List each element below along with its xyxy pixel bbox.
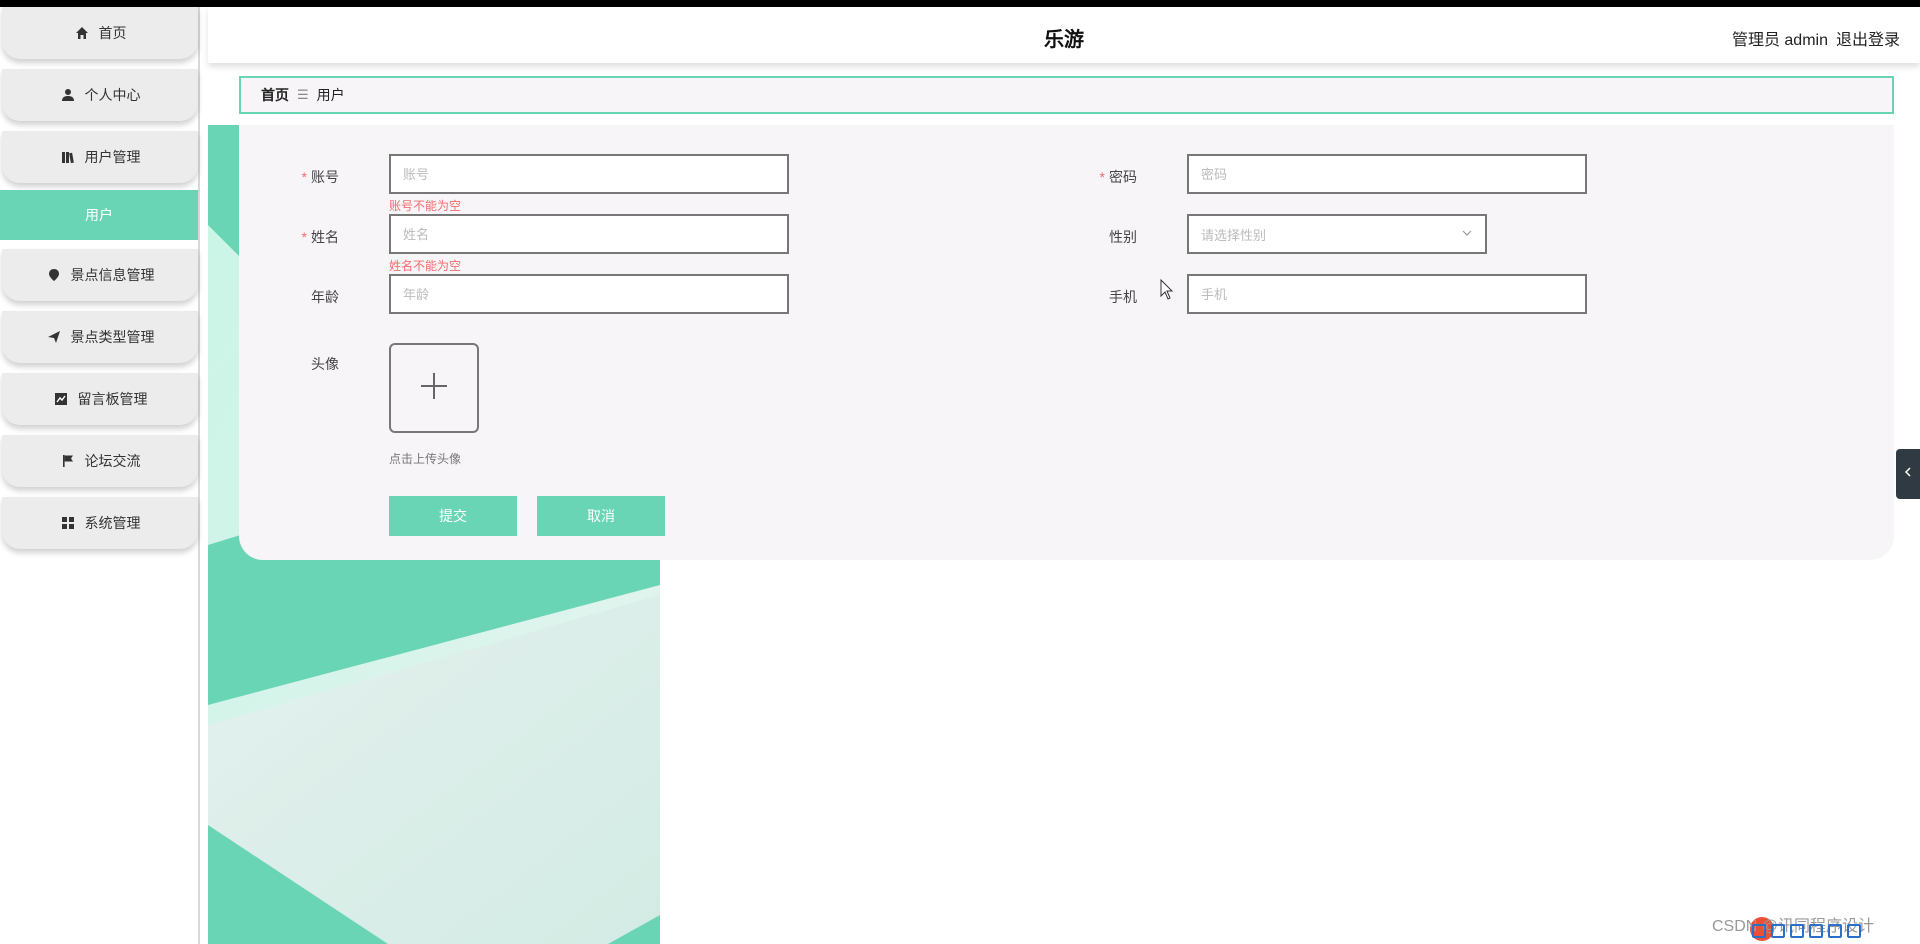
breadcrumb: 首页 ☰ 用户 xyxy=(239,76,1894,114)
app-window: 首页 个人中心 用户管理 用户 景点信息管理 景点类型管理 留言板管理 论坛交流… xyxy=(0,7,1920,944)
account-input[interactable] xyxy=(389,154,789,194)
name-error: 姓名不能为空 xyxy=(389,259,462,273)
app-title: 乐游 xyxy=(1044,29,1084,51)
gender-select-placeholder: 请选择性别 xyxy=(1201,227,1267,243)
mouse-cursor-icon xyxy=(1160,278,1174,306)
breadcrumb-current: 用户 xyxy=(316,87,345,103)
name-input[interactable] xyxy=(389,214,789,254)
submit-button[interactable]: 提交 xyxy=(389,496,517,536)
sidebar-item-users[interactable]: 用户 xyxy=(0,190,198,240)
sidebar-item-user-management[interactable]: 用户管理 xyxy=(2,131,198,183)
sidebar-item-label: 用户管理 xyxy=(84,149,141,165)
books-icon xyxy=(60,149,76,165)
password-label: * 密码 xyxy=(1099,169,1137,185)
chevron-down-icon xyxy=(1461,227,1473,242)
flag-icon xyxy=(60,453,76,469)
gender-select[interactable]: 请选择性别 xyxy=(1187,214,1487,254)
user-form: *账号 账号不能为空 *密码 *姓名 姓名不能为空 性别 请选择性别 年龄 手机 xyxy=(239,125,1894,560)
chevron-left-icon xyxy=(1903,465,1913,483)
tray-icon xyxy=(1809,924,1823,938)
sidebar-item-message-board[interactable]: 留言板管理 xyxy=(2,373,198,425)
avatar-label: 头像 xyxy=(311,356,339,372)
age-label: 年龄 xyxy=(311,289,339,305)
system-tray xyxy=(1752,924,1861,938)
paper-plane-icon xyxy=(46,329,62,345)
phone-label: 手机 xyxy=(1109,289,1137,305)
tray-icon xyxy=(1752,924,1766,938)
sidebar-item-label: 留言板管理 xyxy=(77,391,148,407)
sidebar-item-system[interactable]: 系统管理 xyxy=(2,497,198,549)
gender-label: 性别 xyxy=(1109,229,1137,245)
age-input[interactable] xyxy=(389,274,789,314)
phone-input[interactable] xyxy=(1187,274,1587,314)
sidebar-item-home[interactable]: 首页 xyxy=(2,7,198,59)
sidebar: 首页 个人中心 用户管理 用户 景点信息管理 景点类型管理 留言板管理 论坛交流… xyxy=(0,7,200,944)
plus-icon xyxy=(419,371,449,406)
home-icon xyxy=(74,25,90,41)
account-label: * 账号 xyxy=(301,169,339,185)
sidebar-item-label: 个人中心 xyxy=(84,87,141,103)
grid-icon xyxy=(60,515,76,531)
sidebar-item-label: 景点类型管理 xyxy=(70,329,155,345)
tray-icon xyxy=(1771,924,1785,938)
person-icon xyxy=(60,87,76,103)
password-input[interactable] xyxy=(1187,154,1587,194)
top-header: 乐游 管理员 admin 退出登录 xyxy=(208,7,1920,63)
sidebar-item-label: 用户 xyxy=(85,207,113,223)
breadcrumb-separator: ☰ xyxy=(297,87,309,102)
sidebar-item-forum[interactable]: 论坛交流 xyxy=(2,435,198,487)
sidebar-item-scenic-type[interactable]: 景点类型管理 xyxy=(2,311,198,363)
tray-icon xyxy=(1790,924,1804,938)
sidebar-item-scenic-info[interactable]: 景点信息管理 xyxy=(2,249,198,301)
sidebar-item-personal-center[interactable]: 个人中心 xyxy=(2,69,198,121)
collapse-panel-button[interactable] xyxy=(1896,449,1920,499)
line-chart-icon xyxy=(53,391,69,407)
location-pin-icon xyxy=(46,267,62,283)
name-label: * 姓名 xyxy=(301,229,339,245)
tray-icon xyxy=(1828,924,1842,938)
sidebar-item-label: 景点信息管理 xyxy=(70,267,155,283)
avatar-upload[interactable] xyxy=(389,343,479,433)
tray-icon xyxy=(1847,924,1861,938)
sidebar-item-label: 系统管理 xyxy=(84,515,141,531)
user-label: 管理员 admin xyxy=(1731,32,1828,49)
avatar-upload-hint: 点击上传头像 xyxy=(389,452,462,466)
sidebar-item-label: 论坛交流 xyxy=(84,453,141,469)
sidebar-item-label: 首页 xyxy=(98,25,127,41)
breadcrumb-home[interactable]: 首页 xyxy=(261,85,289,105)
logout-link[interactable]: 退出登录 xyxy=(1836,26,1900,50)
account-error: 账号不能为空 xyxy=(389,199,462,213)
cancel-button[interactable]: 取消 xyxy=(537,496,665,536)
user-info: 管理员 admin 退出登录 xyxy=(1732,26,1900,50)
